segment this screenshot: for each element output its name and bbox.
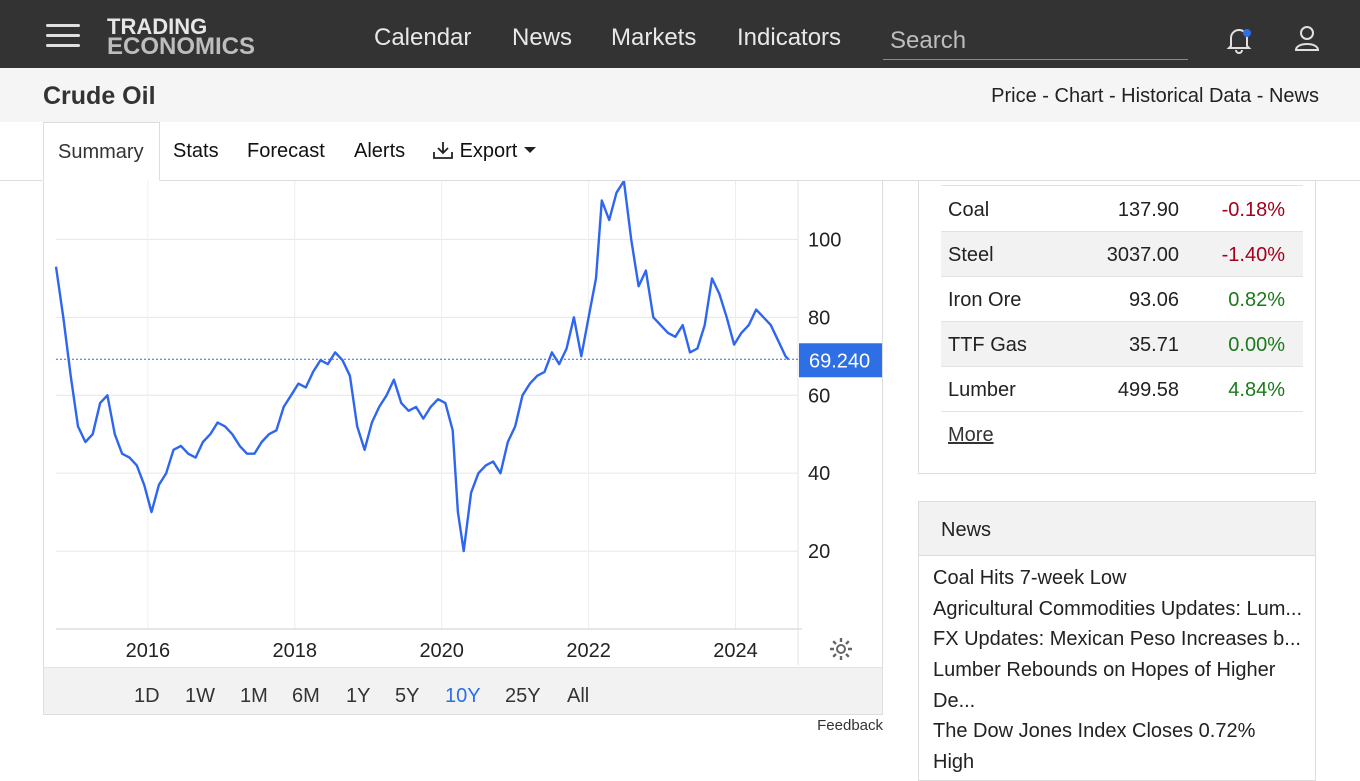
y-tick-label: 40 — [808, 463, 830, 485]
x-tick-label: 2016 — [126, 640, 171, 662]
gear-icon[interactable] — [829, 637, 853, 661]
news-title: News — [941, 519, 992, 541]
news-panel: News Coal Hits 7-week Low Agricultural C… — [918, 501, 1316, 781]
commodity-price: 499.58 — [1117, 379, 1179, 401]
commodity-price: 93.06 — [1128, 289, 1179, 311]
commodity-change: 0.00% — [1228, 334, 1285, 356]
tab-alerts[interactable]: Alerts — [354, 140, 405, 163]
commodity-name: Lumber — [948, 379, 1016, 401]
export-dropdown[interactable]: Export — [432, 140, 537, 163]
commodity-change: 0.82% — [1228, 289, 1285, 311]
tab-stats[interactable]: Stats — [173, 140, 219, 163]
feedback-link[interactable]: Feedback — [817, 717, 883, 734]
table-row[interactable]: Steel 3037.00 -1.40% — [941, 232, 1303, 277]
y-tick-label: 20 — [808, 541, 830, 563]
caret-down-icon — [523, 147, 536, 153]
logo-line-2: ECONOMICS — [107, 33, 256, 60]
news-item[interactable]: Coal Hits 7-week Low — [933, 563, 1126, 594]
commodity-name: Steel — [948, 244, 994, 266]
commodity-price: 3037.00 — [1106, 244, 1179, 266]
chart-plot-area[interactable]: 20 40 60 80 100 2016 2018 2020 2022 2024 69.240 — [44, 181, 884, 667]
nav-markets[interactable]: Markets — [611, 24, 696, 52]
tab-bar: Summary Stats Forecast Alerts Export — [0, 122, 1360, 181]
range-1y[interactable]: 1Y — [346, 685, 370, 708]
x-tick-label: 2022 — [566, 640, 611, 662]
commodity-price: 35.71 — [1128, 334, 1179, 356]
x-tick-label: 2024 — [713, 640, 758, 662]
commodity-name: Iron Ore — [948, 289, 1022, 311]
commodity-name: TTF Gas — [948, 334, 1027, 356]
x-tick-label: 2018 — [273, 640, 318, 662]
page-header: Crude Oil Price - Chart - Historical Dat… — [0, 68, 1360, 122]
breadcrumb[interactable]: Price - Chart - Historical Data - News — [991, 85, 1319, 108]
range-5y[interactable]: 5Y — [395, 685, 419, 708]
range-1d[interactable]: 1D — [134, 685, 160, 708]
search-input[interactable] — [883, 22, 1188, 60]
commodity-name: Coal — [948, 199, 990, 221]
table-row[interactable]: TTF Gas 35.71 0.00% — [941, 322, 1303, 367]
more-link[interactable]: More — [948, 424, 994, 447]
commodity-change: -0.18% — [1221, 199, 1285, 221]
bell-icon[interactable] — [1226, 26, 1252, 54]
price-series-line — [54, 181, 790, 553]
table-row[interactable]: Lumber 499.58 4.84% — [941, 367, 1303, 412]
news-item[interactable]: The Dow Jones Index Closes 0.72% — [933, 716, 1255, 747]
site-logo[interactable]: TRADING ECONOMICS — [107, 16, 256, 60]
range-1m[interactable]: 1M — [240, 685, 268, 708]
news-item[interactable]: De... — [933, 686, 975, 717]
x-tick-label: 2020 — [419, 640, 464, 662]
export-label: Export — [459, 140, 518, 162]
tab-summary[interactable]: Summary — [43, 122, 160, 181]
commodity-change: 4.84% — [1228, 379, 1285, 401]
y-tick-label: 100 — [808, 229, 841, 251]
nav-news[interactable]: News — [512, 24, 572, 52]
table-row[interactable]: Coal 137.90 -0.18% — [941, 187, 1303, 232]
news-item[interactable]: High — [933, 747, 974, 778]
y-tick-label: 80 — [808, 307, 830, 329]
commodity-price: 137.90 — [1117, 199, 1179, 221]
range-1w[interactable]: 1W — [185, 685, 215, 708]
tab-forecast[interactable]: Forecast — [247, 140, 325, 163]
news-header: News — [919, 502, 1315, 556]
nav-indicators[interactable]: Indicators — [737, 24, 841, 52]
nav-calendar[interactable]: Calendar — [374, 24, 471, 52]
last-value-label: 69.240 — [809, 350, 870, 372]
news-item[interactable]: Agricultural Commodities Updates: Lum... — [933, 594, 1302, 625]
download-icon — [433, 142, 453, 159]
range-all[interactable]: All — [567, 685, 589, 708]
table-row[interactable]: Iron Ore 93.06 0.82% — [941, 277, 1303, 322]
news-item[interactable]: FX Updates: Mexican Peso Increases b... — [933, 624, 1301, 655]
top-navbar: TRADING ECONOMICS Calendar News Markets … — [0, 0, 1360, 68]
y-tick-label: 60 — [808, 385, 830, 407]
news-item[interactable]: Lumber Rebounds on Hopes of Higher — [933, 655, 1275, 686]
hamburger-menu-icon[interactable] — [46, 24, 80, 48]
range-10y[interactable]: 10Y — [445, 685, 481, 708]
range-selector: 1D 1W 1M 6M 1Y 5Y 10Y 25Y All — [44, 667, 882, 714]
commodities-table: Coal 137.90 -0.18% Steel 3037.00 -1.40% … — [918, 181, 1316, 474]
price-chart[interactable]: 20 40 60 80 100 2016 2018 2020 2022 2024 69.240 — [43, 181, 883, 715]
user-icon[interactable] — [1293, 24, 1321, 52]
page-title: Crude Oil — [43, 82, 156, 110]
commodity-change: -1.40% — [1221, 244, 1285, 266]
range-25y[interactable]: 25Y — [505, 685, 541, 708]
range-6m[interactable]: 6M — [292, 685, 320, 708]
